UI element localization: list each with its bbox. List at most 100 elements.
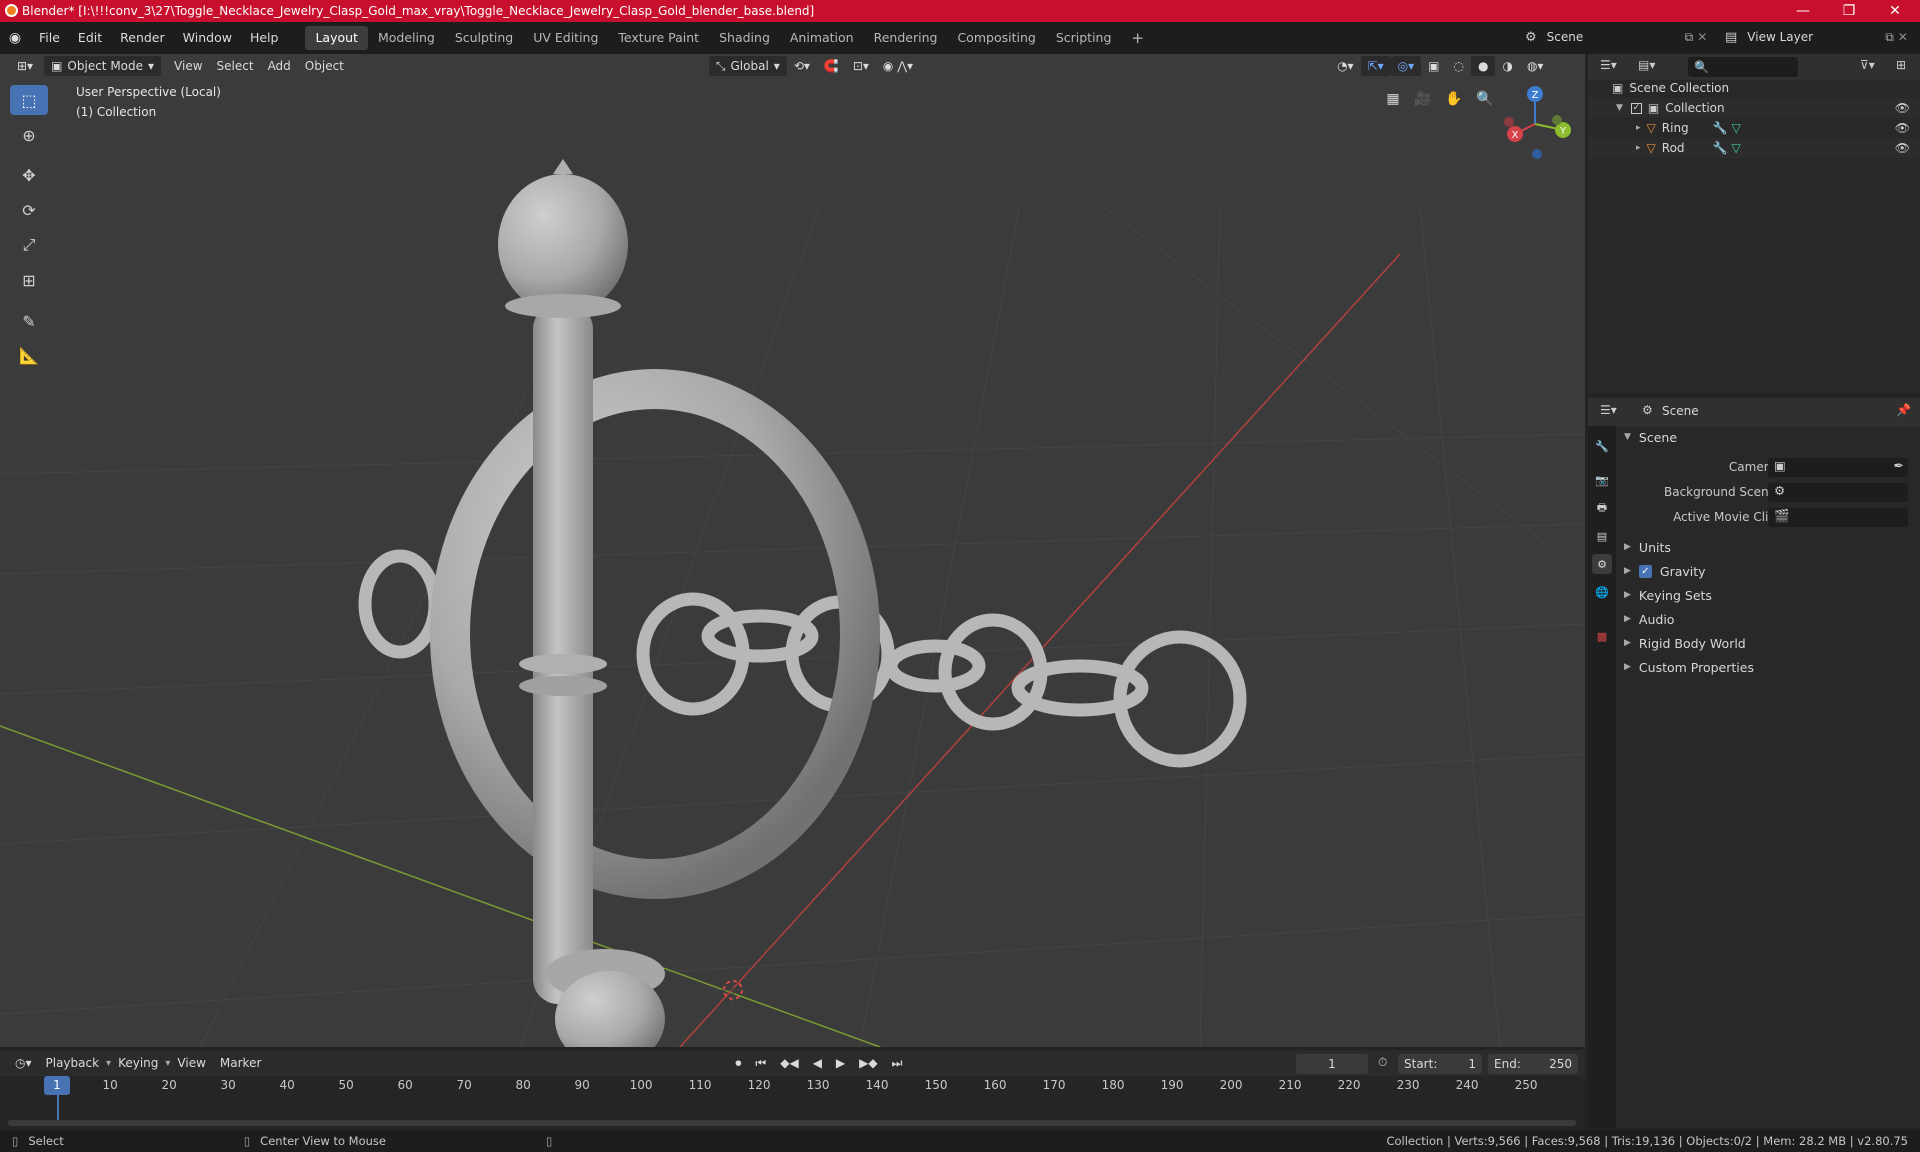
overlay-toggle-icon[interactable]: ◎▾ [1390,56,1422,76]
rendered-shading-icon[interactable]: ◍▾ [1520,56,1551,76]
timeline-scrollbar[interactable] [8,1120,1576,1126]
add-workspace-button[interactable]: + [1121,26,1154,50]
tab-rendering[interactable]: Rendering [864,26,948,50]
tab-layout[interactable]: Layout [305,26,368,50]
camera-view-icon[interactable]: 🎥 [1410,86,1436,112]
camera-field[interactable]: ▣ ✒ [1768,457,1908,477]
outliner-row-ring[interactable]: ▸ ▽ Ring 🔧 ▽ 👁 [1588,118,1920,138]
menu-select[interactable]: Select [210,56,261,76]
start-frame-field[interactable]: Start: 1 [1398,1054,1482,1074]
scene-panel-header[interactable]: ▼ Scene [1620,426,1916,448]
menu-help[interactable]: Help [241,26,288,50]
move-tool-icon[interactable]: ✥ [10,160,48,190]
outliner-editor-icon[interactable]: ☰▾ [1600,58,1617,72]
menu-view[interactable]: View [167,56,209,76]
filter-icon[interactable]: ⊽▾ [1860,58,1875,72]
snap-icon[interactable]: 🧲 [817,56,846,76]
prev-keyframe-icon[interactable]: ◆◀ [773,1053,805,1073]
menu-file[interactable]: File [30,26,69,50]
tab-modeling[interactable]: Modeling [368,26,445,50]
new-collection-icon[interactable]: ⊞ [1896,58,1906,72]
maximize-button[interactable]: ❐ [1826,0,1872,22]
outliner-row-scene-collection[interactable]: ▣ Scene Collection [1588,78,1920,98]
menu-keying[interactable]: Keying [111,1053,165,1073]
outliner-row-rod[interactable]: ▸ ▽ Rod 🔧 ▽ 👁 [1588,138,1920,158]
tool-tab-icon[interactable]: 🔧 [1592,436,1612,456]
orientation-dropdown[interactable]: ⤡ Global ▾ [708,56,787,76]
scale-tool-icon[interactable]: ⤢ [10,230,48,260]
gizmo-toggle-icon[interactable]: ⇱▾ [1360,56,1391,76]
material-shading-icon[interactable]: ◑ [1495,56,1519,76]
tab-animation[interactable]: Animation [780,26,864,50]
tab-shading[interactable]: Shading [709,26,780,50]
menu-playback[interactable]: Playback [39,1053,107,1073]
play-icon[interactable]: ▶ [829,1053,852,1073]
next-keyframe-icon[interactable]: ▶◆ [852,1053,884,1073]
menu-object[interactable]: Object [298,56,351,76]
collection-checkbox[interactable]: ✓ [1630,102,1642,114]
tab-uv-editing[interactable]: UV Editing [523,26,608,50]
annotate-tool-icon[interactable]: ✎ [10,306,48,336]
menu-timeline-view[interactable]: View [170,1053,212,1073]
view-layer-tab-icon[interactable]: ▤ [1592,526,1612,546]
tab-texture-paint[interactable]: Texture Paint [608,26,709,50]
rotate-tool-icon[interactable]: ⟳ [10,195,48,225]
pin-icon[interactable]: 📌 [1896,403,1911,417]
snap-target-icon[interactable]: ⊡▾ [846,56,876,76]
active-movie-clip-field[interactable]: 🎬 [1768,507,1908,527]
menu-window[interactable]: Window [174,26,241,50]
stopwatch-icon[interactable]: ⏱ [1378,1055,1387,1070]
current-frame-field[interactable]: 1 [1296,1054,1368,1074]
timeline-editor-icon[interactable]: ◷▾ [8,1053,39,1073]
audio-panel[interactable]: ▶ Audio [1620,608,1916,630]
tab-sculpting[interactable]: Sculpting [445,26,523,50]
minimize-button[interactable]: — [1780,0,1826,22]
gravity-checkbox[interactable]: ✓ [1638,564,1652,578]
keying-sets-panel[interactable]: ▶ Keying Sets [1620,584,1916,606]
rigid-body-world-panel[interactable]: ▶ Rigid Body World [1620,632,1916,654]
units-panel[interactable]: ▶ Units [1620,536,1916,558]
eye-icon[interactable]: 👁 [1895,101,1910,115]
pan-hand-icon[interactable]: ✋ [1441,86,1467,112]
3d-viewport[interactable] [0,54,1585,1047]
output-tab-icon[interactable]: 🖶 [1592,498,1612,518]
delete-scene-icon[interactable]: ✕ [1697,30,1707,44]
visibility-icon[interactable]: ◔▾ [1330,56,1361,76]
texture-tab-icon[interactable]: ▩ [1592,626,1612,646]
new-scene-icon[interactable]: ⧉ [1685,30,1694,45]
world-tab-icon[interactable]: 🌐 [1592,582,1612,602]
view-layer-field[interactable]: View Layer [1741,27,1882,47]
tab-compositing[interactable]: Compositing [947,26,1045,50]
menu-edit[interactable]: Edit [69,26,111,50]
expand-arrow-icon[interactable]: ▼ [1616,103,1623,113]
scene-name-field[interactable]: Scene [1540,27,1681,47]
mode-dropdown[interactable]: ▣ Object Mode ▾ [44,56,162,76]
transform-tool-icon[interactable]: ⊞ [10,265,48,295]
record-icon[interactable]: ⏺ [728,1053,748,1073]
background-scene-field[interactable]: ⚙ [1768,482,1908,502]
menu-render[interactable]: Render [111,26,174,50]
gravity-panel[interactable]: ▶ ✓ Gravity [1620,560,1916,582]
blender-menu-icon[interactable]: ◉ [0,30,30,46]
eye-icon[interactable]: 👁 [1895,141,1910,155]
xray-icon[interactable]: ▣ [1421,56,1446,76]
end-frame-field[interactable]: End: 250 [1488,1054,1578,1074]
jump-start-icon[interactable]: ⏮ [748,1053,773,1073]
expand-arrow-icon[interactable]: ▸ [1636,123,1641,133]
proportional-edit-icon[interactable]: ◉ ⋀▾ [876,56,920,76]
wireframe-shading-icon[interactable]: ◌ [1447,56,1471,76]
grid-view-icon[interactable]: ▦ [1380,86,1406,112]
current-frame-indicator[interactable]: 1 [44,1076,70,1095]
play-reverse-icon[interactable]: ◀ [806,1053,829,1073]
solid-shading-icon[interactable]: ● [1470,56,1496,76]
outliner-search-input[interactable]: 🔍 [1688,57,1798,77]
expand-arrow-icon[interactable]: ▸ [1636,143,1641,153]
navigation-gizmo[interactable]: Z Y X [1495,82,1575,162]
pivot-icon[interactable]: ⟲▾ [787,56,817,76]
delete-view-layer-icon[interactable]: ✕ [1898,30,1908,44]
scene-tab-icon[interactable]: ⚙ [1592,554,1612,574]
measure-tool-icon[interactable]: 📐 [10,340,48,370]
new-view-layer-icon[interactable]: ⧉ [1885,30,1894,45]
properties-editor-icon[interactable]: ☰▾ [1600,403,1617,417]
tab-scripting[interactable]: Scripting [1046,26,1122,50]
